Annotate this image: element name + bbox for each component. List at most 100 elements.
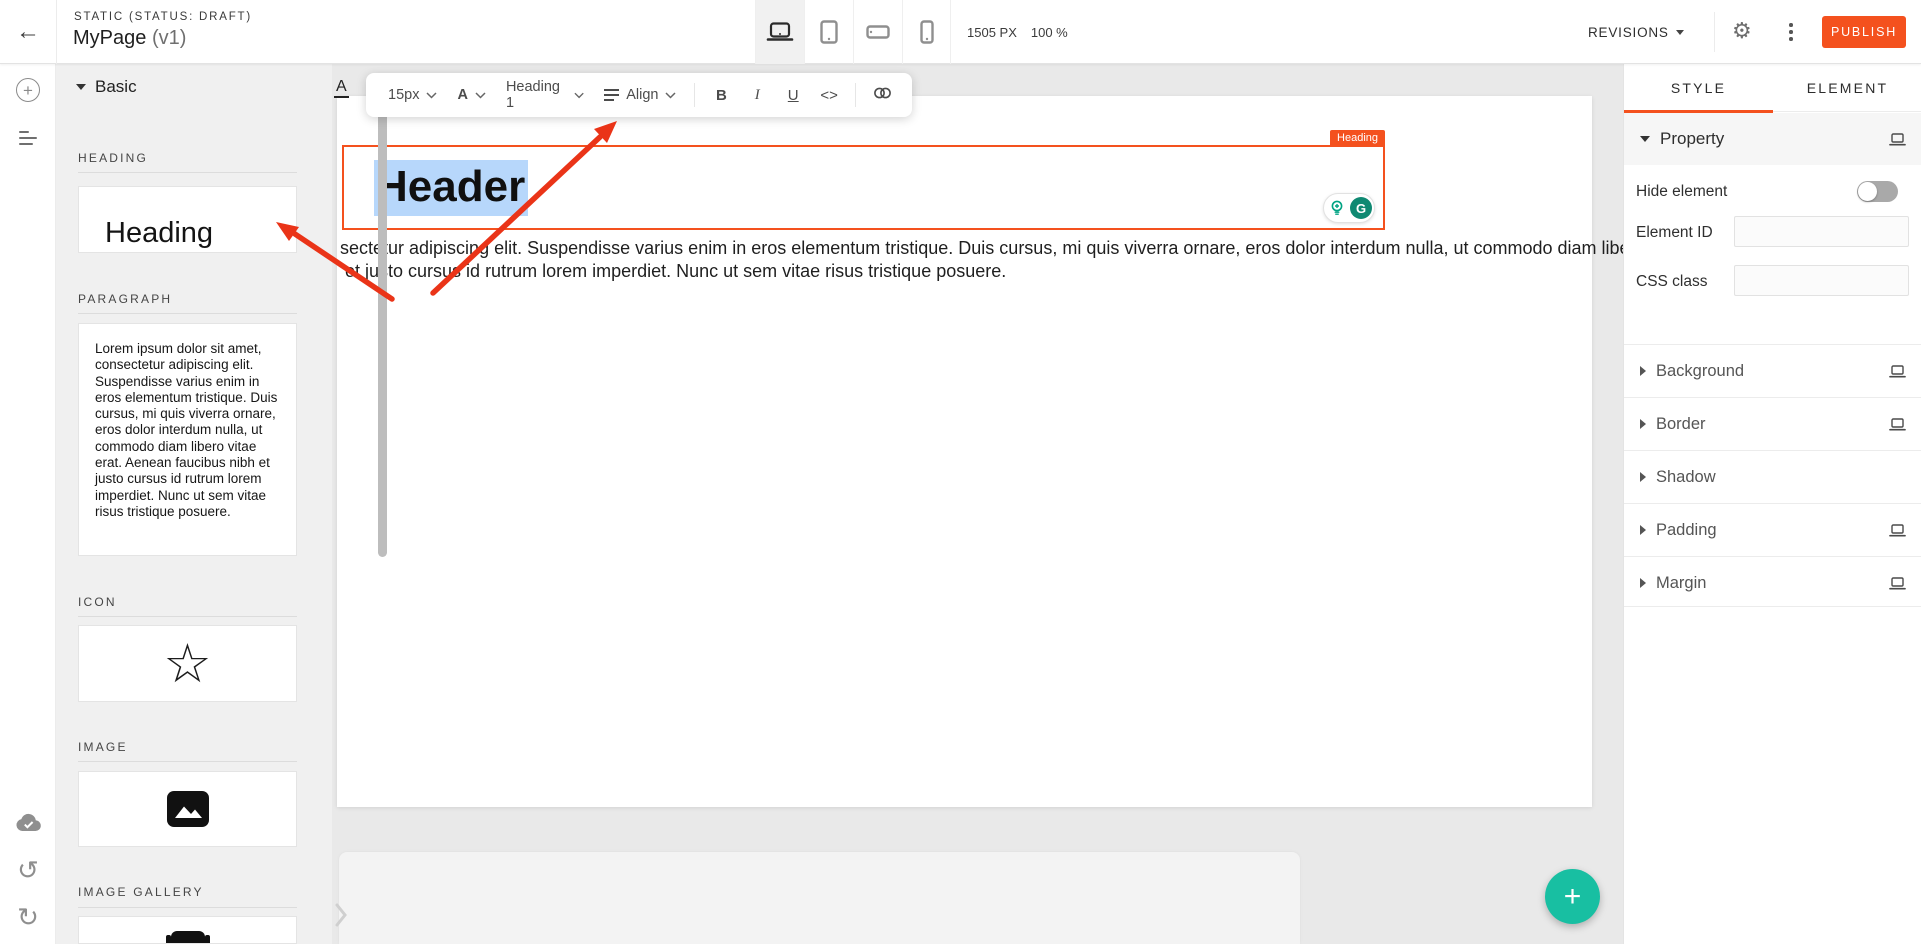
device-mobile-portrait-button[interactable] — [902, 0, 951, 64]
paragraph-widget-label: PARAGRAPH — [78, 292, 172, 306]
tab-element[interactable]: ELEMENT — [1773, 64, 1921, 111]
divider — [694, 83, 695, 107]
italic-button[interactable]: I — [743, 87, 771, 104]
lightbulb-icon — [1330, 200, 1344, 216]
responsive-laptop-icon[interactable] — [1889, 365, 1906, 378]
back-arrow-icon: ← — [16, 18, 40, 46]
undo-button[interactable]: ↺ — [0, 850, 56, 890]
divider — [78, 172, 297, 173]
chevron-right-icon — [1640, 578, 1646, 588]
settings-button[interactable]: ⚙ — [1732, 20, 1752, 42]
align-dropdown[interactable]: Align — [598, 83, 682, 107]
device-preview-switcher — [755, 0, 951, 64]
divider — [78, 907, 297, 908]
redo-button[interactable]: ↻ — [0, 897, 56, 937]
css-class-label: CSS class — [1636, 273, 1708, 291]
revisions-dropdown[interactable]: REVISIONS — [1588, 0, 1684, 64]
hide-element-toggle[interactable] — [1857, 181, 1898, 202]
responsive-laptop-icon[interactable] — [1889, 577, 1906, 590]
chevron-down-icon — [665, 92, 676, 99]
plus-icon: + — [1564, 880, 1582, 913]
divider — [56, 0, 57, 64]
chevron-down-icon — [574, 92, 584, 99]
inspector-tabs: STYLE ELEMENT — [1624, 64, 1921, 112]
chevron-down-icon — [1676, 30, 1684, 35]
responsive-laptop-icon[interactable] — [1889, 133, 1906, 146]
font-color-dropdown[interactable]: A — [451, 83, 491, 107]
grammarly-logo-button[interactable]: G — [1350, 197, 1372, 219]
chevron-right-icon — [1640, 472, 1646, 482]
divider — [1624, 606, 1921, 607]
chevron-right-icon — [1640, 525, 1646, 535]
divider — [1714, 12, 1715, 52]
plus-circle-icon: + — [16, 78, 40, 102]
add-section-fab[interactable]: + — [1545, 869, 1600, 924]
image-gallery-widget-card[interactable] — [78, 916, 297, 944]
basic-section-header[interactable]: Basic — [56, 64, 332, 110]
grammarly-suggestion-pill: G — [1323, 193, 1375, 223]
inspector-panel: STYLE ELEMENT Property Hide element Elem… — [1623, 64, 1921, 944]
icon-widget-label: ICON — [78, 595, 117, 609]
chevron-down-icon — [426, 92, 437, 99]
device-tablet-button[interactable] — [804, 0, 853, 64]
icon-widget-card[interactable]: ☆ — [78, 625, 297, 702]
image-gallery-widget-label: IMAGE GALLERY — [78, 885, 204, 899]
paragraph-style-dropdown[interactable]: Heading 1 — [500, 75, 590, 115]
chevron-down-icon — [1640, 136, 1650, 142]
responsive-laptop-icon[interactable] — [1889, 418, 1906, 431]
paragraph-widget-card[interactable]: Lorem ipsum dolor sit amet, consectetur … — [78, 323, 297, 556]
section-margin[interactable]: Margin — [1624, 556, 1921, 609]
text-selection-highlight: Header — [374, 160, 528, 216]
chevron-down-icon — [475, 92, 486, 99]
element-id-input[interactable] — [1734, 216, 1909, 247]
section-border[interactable]: Border — [1624, 397, 1921, 450]
suggestion-bulb-button[interactable] — [1326, 197, 1348, 219]
widgets-panel: Basic A HEADING Heading PARAGRAPH Lorem … — [56, 64, 332, 944]
add-element-button[interactable]: + — [0, 70, 56, 110]
topbar: ← STATIC (STATUS: DRAFT) MyPage (v1) — [0, 0, 1921, 64]
section-shadow[interactable]: Shadow — [1624, 450, 1921, 503]
canvas-paragraph-line2: et justo cursus id rutrum lorem imperdie… — [340, 260, 1555, 283]
star-icon: ☆ — [163, 637, 211, 691]
link-button[interactable] — [868, 86, 896, 104]
kebab-icon — [1789, 23, 1793, 27]
back-button[interactable]: ← — [10, 14, 46, 50]
image-widget-card[interactable] — [78, 771, 297, 847]
undo-icon: ↺ — [17, 857, 39, 883]
page-canvas[interactable]: Heading Header G sectetur adipiscing eli… — [337, 96, 1592, 807]
autosave-status-button[interactable] — [0, 802, 56, 842]
publish-button[interactable]: PUBLISH — [1822, 16, 1906, 48]
mobile-landscape-icon — [866, 25, 890, 39]
gear-icon: ⚙ — [1732, 18, 1752, 43]
hide-element-label: Hide element — [1636, 183, 1727, 201]
responsive-laptop-icon[interactable] — [1889, 524, 1906, 537]
heading-widget-preview: Heading — [79, 187, 296, 250]
property-section-header[interactable]: Property — [1624, 113, 1921, 165]
tab-style[interactable]: STYLE — [1624, 64, 1773, 111]
underline-button[interactable]: U — [779, 87, 807, 104]
toggle-knob — [1858, 182, 1877, 201]
code-button[interactable]: <> — [815, 87, 843, 104]
next-page-section[interactable] — [339, 852, 1300, 944]
page-title: MyPage (v1) — [73, 27, 186, 50]
css-class-input[interactable] — [1734, 265, 1909, 296]
text-style-tool-button[interactable]: A — [334, 78, 349, 98]
font-size-dropdown[interactable]: 15px — [382, 83, 443, 107]
section-padding[interactable]: Padding — [1624, 503, 1921, 556]
panel-scrollbar-thumb[interactable] — [378, 104, 387, 557]
cloud-check-icon — [15, 813, 42, 832]
bold-button[interactable]: B — [707, 87, 735, 104]
chevron-right-icon — [1640, 419, 1646, 429]
canvas-paragraph-text[interactable]: sectetur adipiscing elit. Suspendisse va… — [340, 237, 1555, 282]
more-options-button[interactable] — [1784, 20, 1798, 44]
heading-widget-card[interactable]: Heading — [78, 186, 297, 253]
device-laptop-button[interactable] — [755, 0, 804, 64]
chevron-down-icon — [76, 84, 86, 90]
layers-button[interactable] — [0, 118, 56, 158]
section-background[interactable]: Background — [1624, 344, 1921, 397]
image-icon — [166, 790, 210, 828]
canvas-heading-text[interactable]: Header — [374, 162, 528, 212]
divider — [855, 83, 856, 107]
device-mobile-landscape-button[interactable] — [853, 0, 902, 64]
divider — [78, 761, 297, 762]
